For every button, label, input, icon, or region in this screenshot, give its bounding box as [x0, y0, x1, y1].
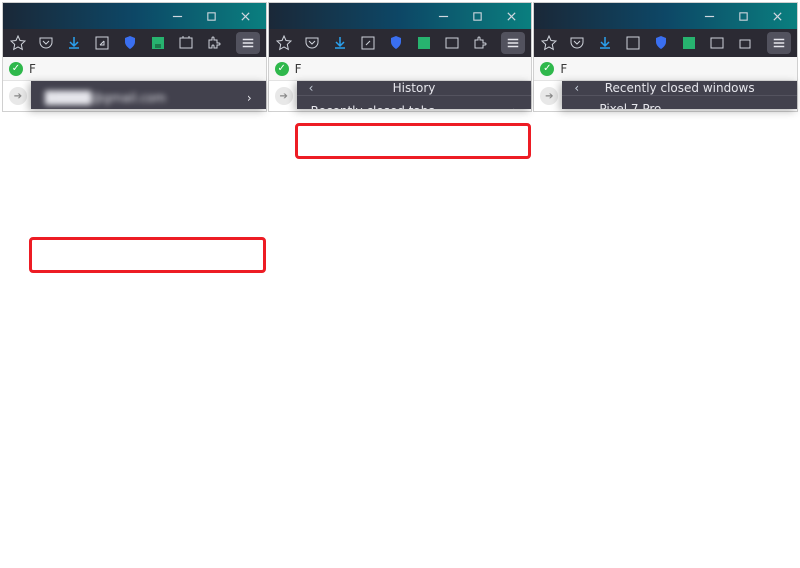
highlight-annotation [29, 237, 266, 273]
panel-closed-windows: ✓ F ➔ ‹ Recently closed windows MPixel 7… [533, 2, 798, 112]
panel-main-menu: ✓ F ➔ █████@gmail.com › New tabCtrl+T Ne… [2, 2, 267, 112]
bookmarks-bar: ✓ F [269, 57, 532, 81]
bookmarks-bar: ✓ F [534, 57, 797, 81]
titlebar [269, 3, 532, 29]
download-icon[interactable] [65, 34, 83, 52]
bookmarks-bar: ✓ F [3, 57, 266, 81]
openlink-icon[interactable] [359, 34, 377, 52]
screenshot-icon[interactable] [708, 34, 726, 52]
hamburger-menu-button[interactable] [501, 32, 525, 54]
back-button[interactable]: ‹ [309, 81, 314, 95]
extension-icon[interactable] [736, 34, 754, 52]
bookmark-item-label[interactable]: F [295, 62, 302, 76]
download-icon[interactable] [331, 34, 349, 52]
toolbar [534, 29, 797, 57]
maximize-button[interactable] [196, 5, 228, 27]
maximize-button[interactable] [461, 5, 493, 27]
minimize-button[interactable] [162, 5, 194, 27]
account-email: █████@gmail.com [45, 91, 166, 105]
history-submenu: ‹ History Recently closed tabs› Recently… [297, 81, 532, 109]
close-button[interactable] [495, 5, 527, 27]
save-disk-icon[interactable] [149, 34, 167, 52]
submenu-title: History [393, 81, 436, 95]
recently-closed-tabs[interactable]: Recently closed tabs› [297, 96, 532, 109]
screenshot-icon[interactable] [443, 34, 461, 52]
site-badge-icon: ✓ [275, 62, 289, 76]
openlink-icon[interactable] [624, 34, 642, 52]
bookmark-item-label[interactable]: F [560, 62, 567, 76]
extension-icon[interactable] [471, 34, 489, 52]
nav-arrow-icon: ➔ [275, 87, 293, 105]
panel-history-menu: ✓ F ➔ ‹ History Recently closed tabs› Re… [268, 2, 533, 112]
minimize-button[interactable] [427, 5, 459, 27]
save-disk-icon[interactable] [680, 34, 698, 52]
hamburger-menu-button[interactable] [767, 32, 791, 54]
nav-arrow-icon: ➔ [9, 87, 27, 105]
titlebar [534, 3, 797, 29]
submenu-header: ‹ History [297, 81, 532, 96]
account-row[interactable]: █████@gmail.com › [31, 81, 266, 109]
minimize-button[interactable] [693, 5, 725, 27]
openlink-icon[interactable] [93, 34, 111, 52]
closed-window-item[interactable]: MPixel 7 Pro Review After ...Ctrl+Shift+… [562, 96, 797, 109]
site-badge-icon: ✓ [9, 62, 23, 76]
toolbar [3, 29, 266, 57]
bookmark-star-icon[interactable] [275, 34, 293, 52]
titlebar [3, 3, 266, 29]
submenu-title: Recently closed windows [605, 81, 755, 95]
chevron-right-icon: › [513, 104, 518, 109]
highlight-annotation [295, 123, 532, 159]
shield-icon[interactable] [121, 34, 139, 52]
download-icon[interactable] [596, 34, 614, 52]
nav-arrow-icon: ➔ [540, 87, 558, 105]
shield-icon[interactable] [652, 34, 670, 52]
shield-icon[interactable] [387, 34, 405, 52]
back-button[interactable]: ‹ [574, 81, 579, 95]
pocket-icon[interactable] [37, 34, 55, 52]
pocket-icon[interactable] [568, 34, 586, 52]
closed-window-title: Pixel 7 Pro Review After ... [599, 102, 696, 109]
chevron-right-icon: › [247, 91, 252, 105]
site-badge-icon: ✓ [540, 62, 554, 76]
screenshot-icon[interactable] [177, 34, 195, 52]
hamburger-menu-button[interactable] [236, 32, 260, 54]
save-disk-icon[interactable] [415, 34, 433, 52]
closed-windows-submenu: ‹ Recently closed windows MPixel 7 Pro R… [562, 81, 797, 109]
extension-icon[interactable] [205, 34, 223, 52]
bookmark-star-icon[interactable] [9, 34, 27, 52]
pocket-icon[interactable] [303, 34, 321, 52]
bookmark-star-icon[interactable] [540, 34, 558, 52]
maximize-button[interactable] [727, 5, 759, 27]
toolbar [269, 29, 532, 57]
bookmark-item-label[interactable]: F [29, 62, 36, 76]
app-menu: █████@gmail.com › New tabCtrl+T New wind… [31, 81, 266, 109]
submenu-header: ‹ Recently closed windows [562, 81, 797, 96]
close-button[interactable] [230, 5, 262, 27]
close-button[interactable] [761, 5, 793, 27]
